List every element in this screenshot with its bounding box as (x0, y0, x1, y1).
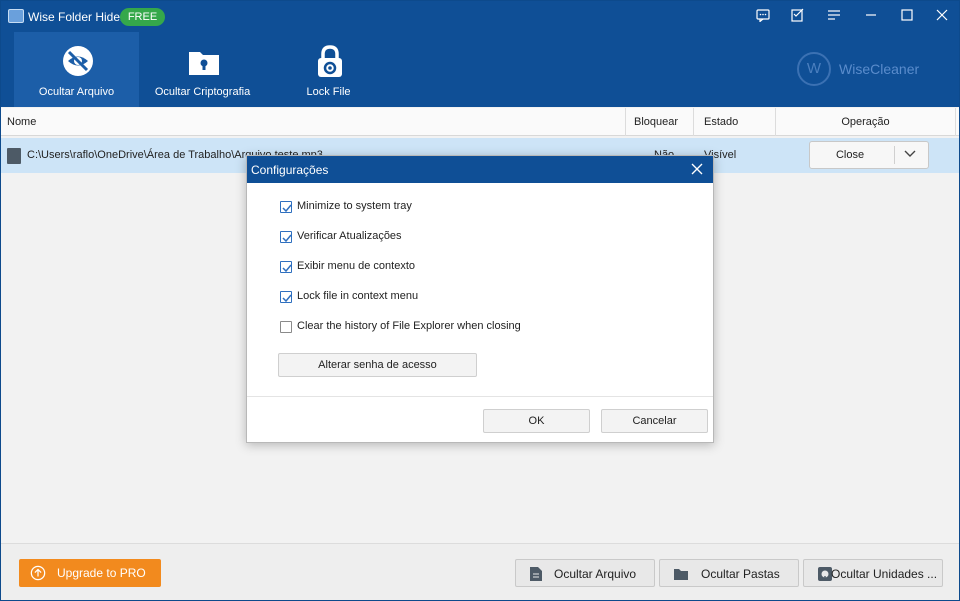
change-password-button[interactable]: Alterar senha de acesso (278, 353, 477, 377)
checkbox-checked[interactable] (280, 261, 292, 273)
option-label: Exibir menu de contexto (297, 260, 416, 272)
file-icon (530, 567, 542, 581)
folder-icon (674, 569, 688, 580)
option-label: Verificar Atualizações (297, 230, 402, 242)
folder-lock-icon (189, 52, 219, 75)
dialog-title-bar: Configurações (247, 156, 713, 183)
brand-mark: W (797, 52, 831, 86)
checkbox-checked[interactable] (280, 231, 292, 243)
checkbox-unchecked[interactable] (280, 321, 292, 333)
eye-hidden-icon (63, 46, 93, 76)
tab-label: Ocultar Criptografia (154, 86, 251, 98)
close-operation-button[interactable]: Close (810, 149, 890, 161)
hide-file-label: Ocultar Arquivo (554, 567, 637, 581)
footer-bar: Upgrade to PRO Ocultar Arquivo Ocultar P… (1, 543, 959, 600)
dialog-title: Configurações (251, 163, 329, 177)
table-header: Nome Bloquear Estado Operação (1, 108, 959, 136)
wisecleaner-logo: W WiseCleaner (797, 52, 919, 86)
arrow-up-circle-icon (30, 565, 46, 581)
checkbox-checked[interactable] (280, 201, 292, 213)
hide-drives-label: Ocultar Unidades ... (831, 567, 938, 581)
column-header-operation[interactable]: Operação (776, 108, 956, 136)
tab-ocultar-criptografia[interactable]: Ocultar Criptografia (140, 32, 265, 107)
hide-drives-button[interactable]: Ocultar Unidades ... (803, 559, 943, 587)
padlock-icon (318, 45, 342, 77)
operation-split-button: Close (809, 141, 929, 169)
minimize-icon[interactable] (860, 5, 882, 25)
title-bar: Wise Folder Hider FREE (1, 1, 959, 31)
column-header-state[interactable]: Estado (694, 108, 776, 136)
option-label: Minimize to system tray (297, 200, 412, 212)
tab-ocultar-arquivo[interactable]: Ocultar Arquivo (14, 32, 139, 107)
brand-name: WiseCleaner (839, 61, 920, 77)
chevron-down-icon[interactable] (904, 150, 916, 158)
option-label: Clear the history of File Explorer when … (297, 320, 521, 332)
dialog-close-icon[interactable] (689, 161, 705, 177)
ok-button[interactable]: OK (483, 409, 590, 433)
menu-icon[interactable] (823, 5, 845, 25)
split-divider (894, 146, 895, 164)
tab-label: Ocultar Arquivo (38, 86, 115, 98)
hide-file-button[interactable]: Ocultar Arquivo (515, 559, 655, 587)
settings-dialog: Configurações Minimize to system tray Ve… (246, 155, 714, 443)
checkbox-checked[interactable] (280, 291, 292, 303)
column-header-name[interactable]: Nome (7, 108, 626, 136)
tab-lock-file[interactable]: Lock File (266, 32, 391, 107)
hide-folders-label: Ocultar Pastas (701, 567, 780, 581)
app-logo-icon (8, 9, 24, 23)
hide-folders-button[interactable]: Ocultar Pastas (659, 559, 799, 587)
tab-label: Lock File (306, 86, 351, 98)
file-icon (7, 148, 21, 164)
chat-icon[interactable] (752, 5, 774, 25)
column-header-lock[interactable]: Bloquear (626, 108, 694, 136)
option-label: Lock file in context menu (297, 290, 419, 302)
dialog-divider (247, 396, 713, 397)
upgrade-to-pro-button[interactable]: Upgrade to PRO (19, 559, 161, 587)
close-icon[interactable] (931, 5, 953, 25)
app-title: Wise Folder Hider (28, 10, 125, 24)
feedback-icon[interactable] (787, 5, 809, 25)
cancel-button[interactable]: Cancelar (601, 409, 708, 433)
upgrade-label: Upgrade to PRO (57, 566, 146, 580)
header-bar: Wise Folder Hider FREE Ocultar Arquivo O… (1, 1, 959, 107)
free-badge: FREE (120, 8, 165, 26)
maximize-icon[interactable] (896, 5, 918, 25)
